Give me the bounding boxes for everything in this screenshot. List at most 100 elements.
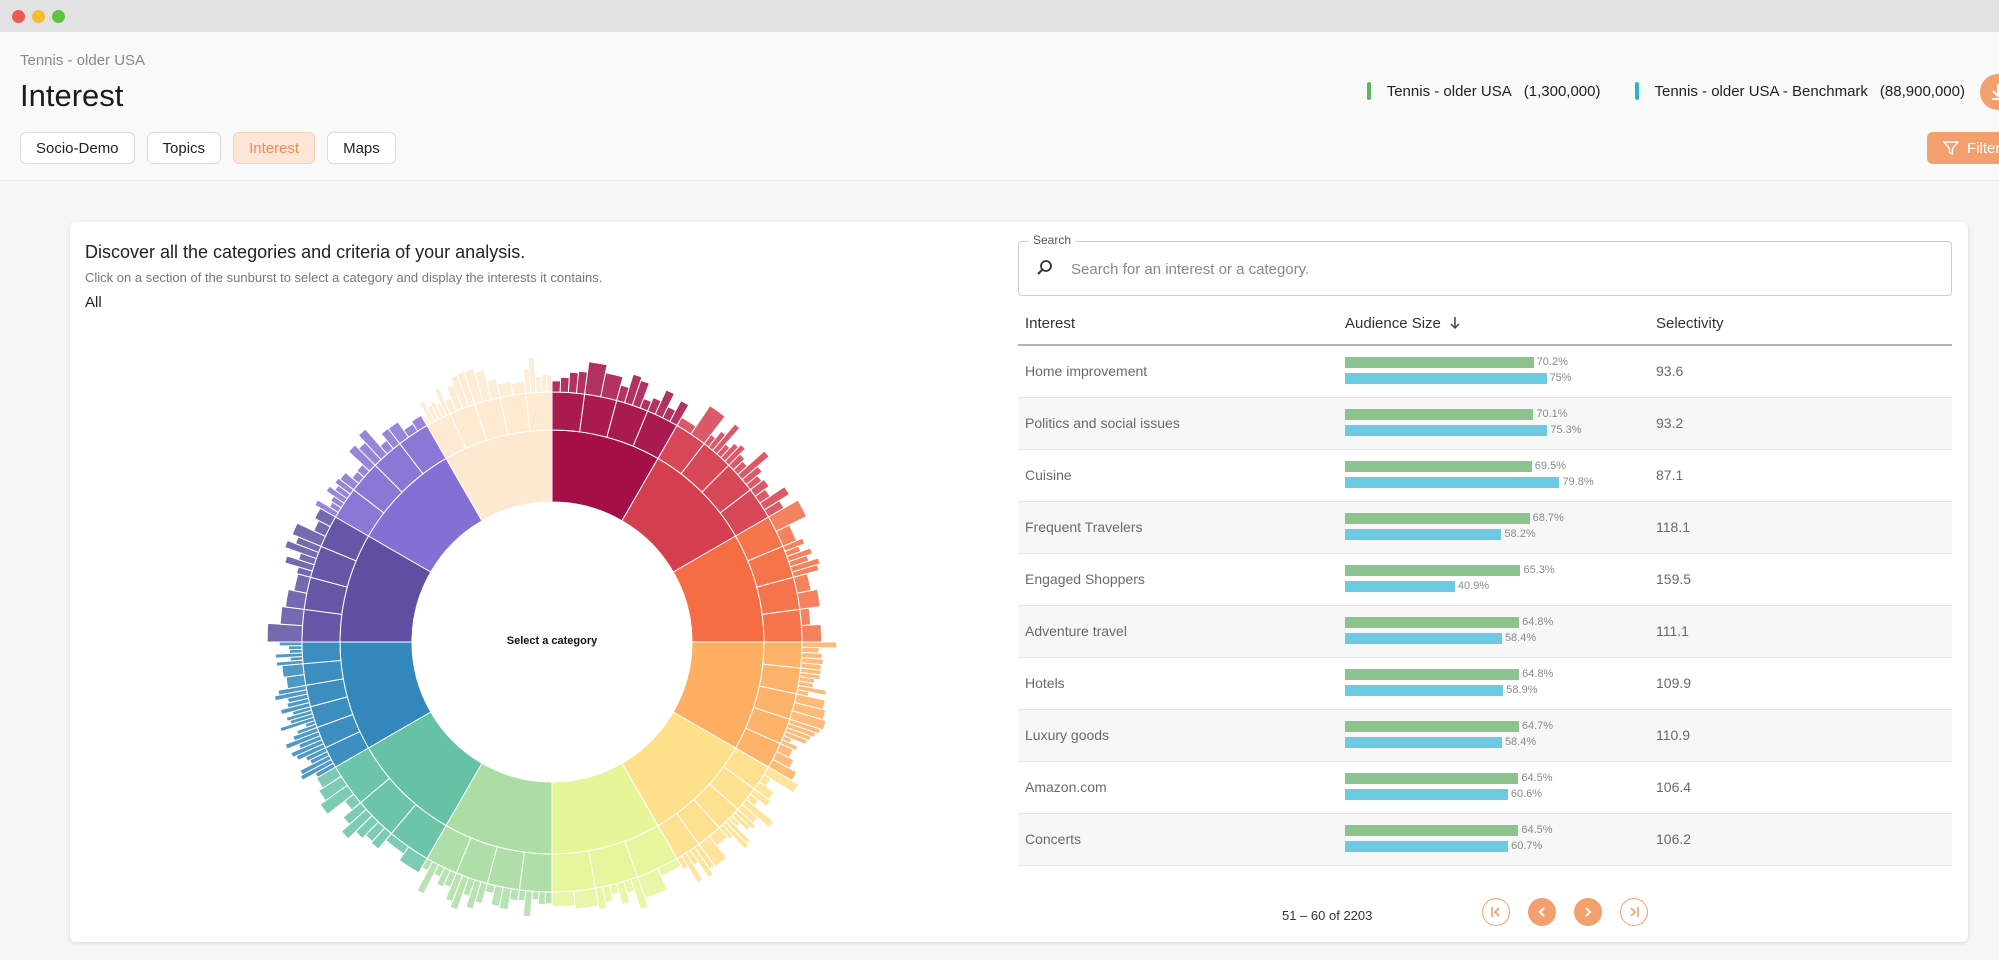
filter-label: Filter (1967, 139, 1999, 157)
selectivity-value: 93.6 (1656, 363, 1684, 379)
benchmark-label: 60.6% (1510, 788, 1543, 800)
sunburst-subsegment[interactable] (518, 851, 553, 893)
download-icon (1992, 84, 1999, 100)
sunburst-subsegment[interactable] (761, 608, 803, 643)
sunburst-leaf[interactable] (266, 622, 304, 643)
last-page-button[interactable] (1620, 898, 1648, 926)
column-header-label: Audience Size (1345, 314, 1441, 332)
sunburst-leaf[interactable] (573, 887, 600, 910)
selectivity-value: 111.1 (1656, 623, 1689, 639)
target-bar (1345, 409, 1534, 420)
page-header: Tennis - older USA Interest Socio-Demo T… (0, 32, 1999, 181)
search-icon (1037, 260, 1052, 275)
search-label: Search (1029, 233, 1076, 247)
sunburst-leaf[interactable] (544, 891, 553, 905)
tab-interest[interactable]: Interest (233, 132, 316, 164)
table-row[interactable]: Frequent Travelers 68.7% 58.2% 118.1 (1018, 502, 1952, 554)
interest-name: Politics and social issues (1025, 415, 1180, 431)
column-header-selectivity[interactable]: Selectivity (1656, 315, 1724, 332)
sunburst-leaf[interactable] (559, 376, 570, 394)
table-row[interactable]: Engaged Shoppers 65.3% 40.9% 159.5 (1018, 554, 1952, 606)
window-titlebar (0, 0, 1999, 32)
audience-color-marker (1634, 82, 1639, 100)
search-input[interactable] (1069, 256, 1933, 282)
close-window-button[interactable] (12, 10, 25, 23)
tab-maps[interactable]: Maps (327, 132, 396, 164)
prev-page-button[interactable] (1528, 898, 1556, 926)
sunburst-chart[interactable]: Select a category (70, 222, 1010, 942)
sunburst-leaf[interactable] (800, 623, 823, 643)
tab-socio-demo[interactable]: Socio-Demo (20, 132, 135, 164)
arrow-down-icon (1450, 317, 1460, 330)
sunburst-subsegment[interactable] (551, 391, 586, 433)
target-bar (1345, 721, 1519, 732)
sunburst-leaf[interactable] (799, 607, 812, 627)
audience-size-bars: 68.7% 58.2% (1345, 510, 1655, 546)
sunburst-leaf[interactable] (545, 374, 553, 393)
first-page-button[interactable] (1482, 898, 1510, 926)
sunburst-leaf[interactable] (531, 890, 540, 901)
download-button[interactable] (1980, 74, 1999, 110)
audience-legend: Tennis - older USA (1,300,000) Tennis - … (1366, 82, 1965, 100)
tab-topics[interactable]: Topics (146, 132, 222, 164)
table-row[interactable]: Luxury goods 64.7% 58.4% 110.9 (1018, 710, 1952, 762)
next-page-button[interactable] (1574, 898, 1602, 926)
table-row[interactable]: Politics and social issues 70.1% 75.3% 93.2 (1018, 398, 1952, 450)
benchmark-label: 58.2% (1504, 528, 1536, 540)
target-label: 69.5% (1534, 460, 1566, 472)
table-row[interactable]: Home improvement 70.2% 75% 93.6 (1018, 346, 1952, 398)
section-tabs: Socio-Demo Topics Interest Maps (20, 132, 396, 164)
sunburst-subsegment[interactable] (301, 641, 342, 665)
benchmark-bar (1345, 633, 1502, 644)
table-row[interactable]: Hotels 64.8% 58.9% 109.9 (1018, 658, 1952, 710)
benchmark-bar (1345, 685, 1504, 696)
search-field[interactable]: Search (1018, 233, 1952, 296)
benchmark-label: 40.9% (1457, 580, 1490, 592)
benchmark-bar (1345, 841, 1509, 852)
table-row[interactable]: Amazon.com 64.5% 60.6% 106.4 (1018, 762, 1952, 814)
table-row[interactable]: Concerts 64.5% 60.7% 106.2 (1018, 814, 1952, 866)
benchmark-label: 58.9% (1506, 684, 1538, 696)
sunburst-leaf[interactable] (792, 572, 812, 594)
sunburst-subsegment[interactable] (551, 850, 596, 893)
sunburst-leaf[interactable] (551, 890, 576, 907)
sunburst-subsegment[interactable] (301, 608, 343, 643)
sunburst-leaf[interactable] (278, 641, 303, 647)
breadcrumb[interactable]: Tennis - older USA (20, 52, 145, 69)
interest-name: Adventure travel (1025, 623, 1127, 639)
page-range: 51 – 60 of 2203 (1282, 908, 1373, 923)
benchmark-bar (1345, 477, 1560, 488)
audience-size-bars: 69.5% 79.8% (1345, 458, 1655, 494)
minimize-window-button[interactable] (32, 10, 45, 23)
sunburst-leaf[interactable] (510, 381, 527, 396)
sunburst-leaf[interactable] (537, 891, 546, 906)
table-header: Interest Audience Size Selectivity (1018, 302, 1952, 346)
interest-name: Cuisine (1025, 467, 1072, 483)
table-row[interactable]: Cuisine 69.5% 79.8% 87.1 (1018, 450, 1952, 502)
filter-button[interactable]: Filter (1927, 132, 1999, 164)
audience-count: (1,300,000) (1523, 82, 1601, 100)
audience-size-bars: 64.7% 58.4% (1345, 718, 1655, 754)
benchmark-label: 75% (1549, 372, 1572, 384)
table-row[interactable]: Adventure travel 64.8% 58.4% 111.1 (1018, 606, 1952, 658)
audience-count: (88,900,000) (1879, 82, 1965, 100)
interest-name: Luxury goods (1025, 727, 1110, 743)
audience-size-bars: 64.8% 58.9% (1345, 666, 1655, 702)
pagination: 51 – 60 of 2203 (1018, 894, 1952, 934)
column-header-interest[interactable]: Interest (1025, 315, 1075, 332)
audience-size-bars: 65.3% 40.9% (1345, 562, 1655, 598)
sunburst-leaf[interactable] (540, 373, 548, 393)
benchmark-label: 75.3% (1550, 424, 1582, 436)
sunburst-leaf[interactable] (496, 380, 514, 399)
sunburst-subsegment[interactable] (525, 391, 553, 432)
sunburst-leaf[interactable] (551, 380, 562, 393)
sunburst-leaf[interactable] (796, 588, 821, 610)
column-header-audience-size[interactable]: Audience Size (1345, 315, 1461, 332)
target-bar (1345, 617, 1520, 628)
target-bar (1345, 825, 1519, 836)
interest-name: Concerts (1025, 831, 1082, 847)
maximize-window-button[interactable] (52, 10, 65, 23)
benchmark-bar (1345, 529, 1502, 540)
sunburst-subsegment[interactable] (762, 641, 803, 669)
selectivity-value: 106.4 (1656, 779, 1692, 795)
